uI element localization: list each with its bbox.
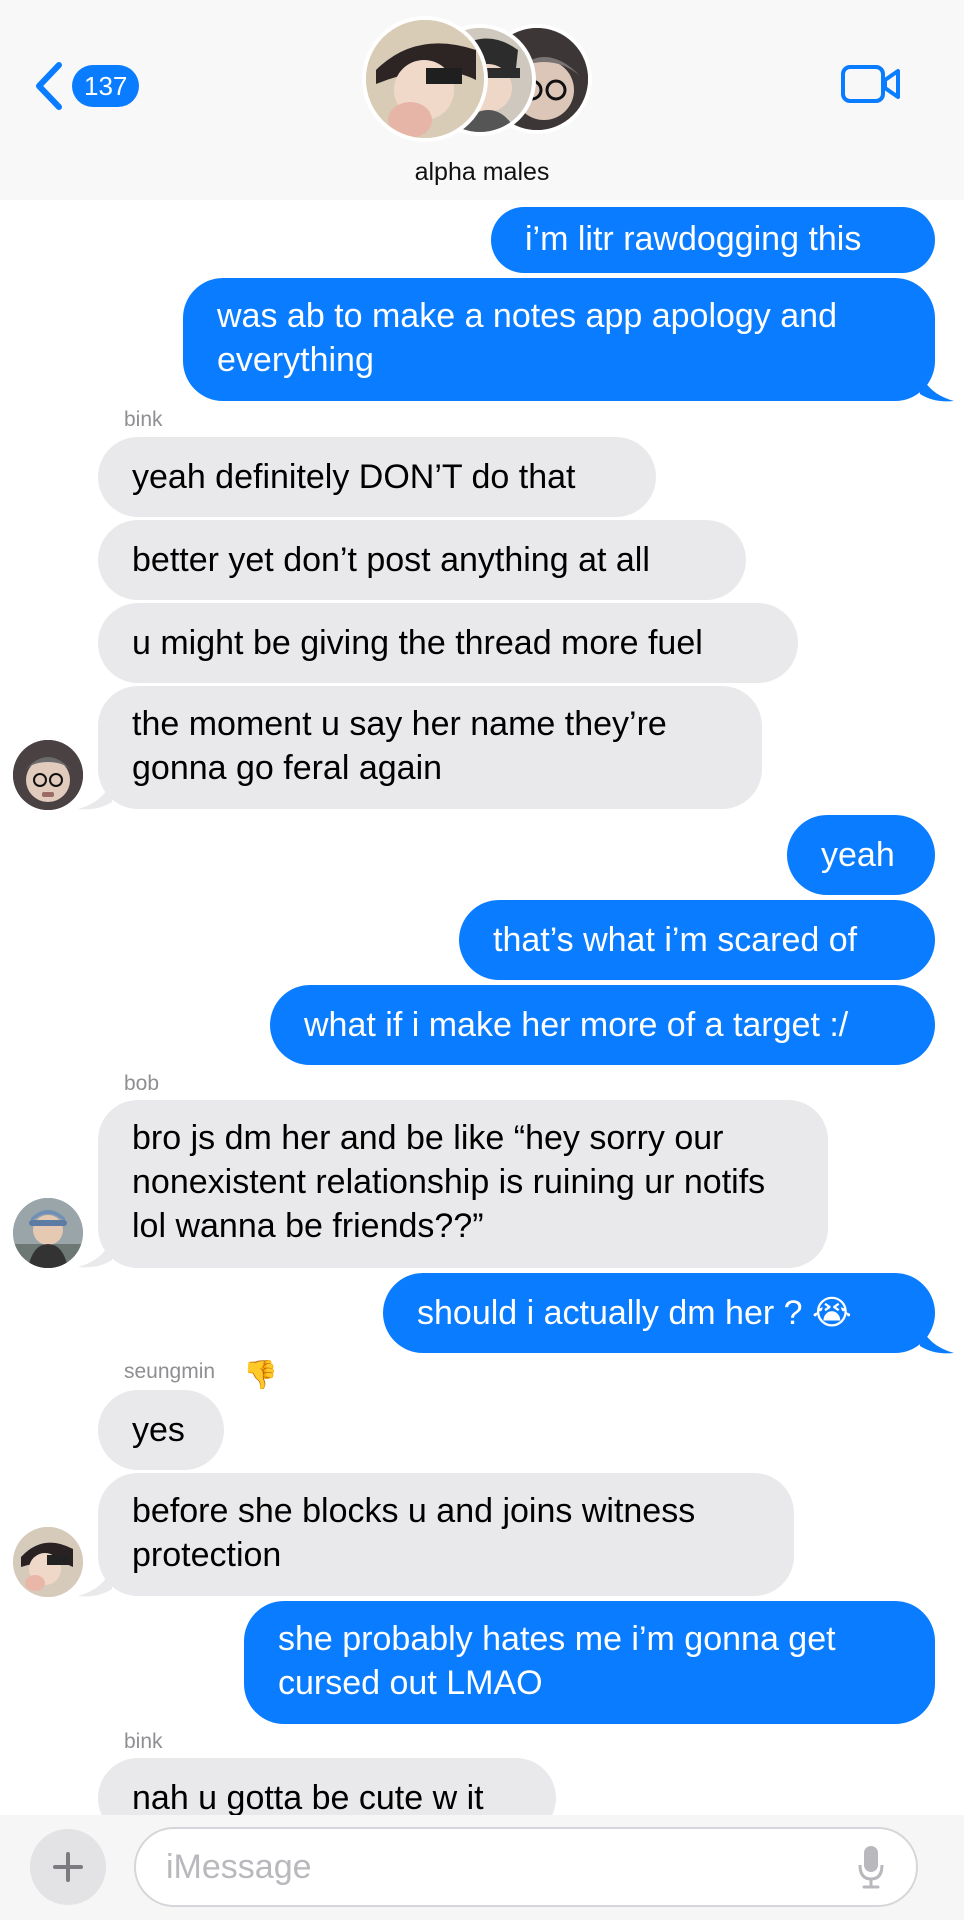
bubble-tail (78, 780, 112, 810)
plus-icon (53, 1852, 83, 1882)
group-avatars[interactable] (362, 16, 602, 142)
outgoing-message[interactable]: should i actually dm her ? 😭 (383, 1273, 935, 1353)
back-button[interactable]: 137 (34, 60, 140, 112)
incoming-message[interactable]: the moment u say her name they’re gonna … (98, 686, 762, 809)
outgoing-message[interactable]: that’s what i’m scared of (459, 900, 935, 980)
bubble-tail (920, 1324, 954, 1354)
message-text: i’m litr rawdogging this (525, 220, 862, 258)
message-text: the moment u say her name they’re gonna … (132, 705, 667, 787)
group-name[interactable]: alpha males (0, 158, 964, 187)
outgoing-message[interactable]: she probably hates me i’m gonna get curs… (244, 1601, 935, 1724)
message-input[interactable] (134, 1827, 918, 1907)
apps-button[interactable] (30, 1829, 106, 1905)
dictation-button[interactable] (858, 1845, 884, 1894)
compose-bar (0, 1815, 964, 1920)
message-text: yes (132, 1411, 185, 1449)
message-text: yeah definitely DON’T do that (132, 458, 576, 496)
message-text: was ab to make a notes app apology and e… (217, 297, 837, 379)
incoming-message[interactable]: yes (98, 1390, 224, 1470)
message-text: that’s what i’m scared of (493, 921, 858, 959)
sender-name: bink (124, 1730, 163, 1753)
unread-count-badge: 137 (72, 65, 140, 107)
message-text: she probably hates me i’m gonna get curs… (278, 1620, 836, 1702)
message-text: better yet don’t post anything at all (132, 541, 650, 579)
outgoing-message[interactable]: i’m litr rawdogging this (491, 207, 935, 273)
sender-name: seungmin (124, 1360, 216, 1383)
outgoing-message[interactable]: yeah (787, 815, 935, 895)
message-text: should i actually dm her ? 😭 (417, 1294, 852, 1332)
avatar-image (13, 1527, 83, 1597)
avatar-bink[interactable] (13, 740, 83, 810)
message-text: yeah (821, 836, 895, 874)
bubble-tail (78, 1238, 112, 1268)
avatar-seungmin[interactable] (13, 1527, 83, 1597)
outgoing-message[interactable]: what if i make her more of a target :/ (270, 985, 935, 1065)
message-text: what if i make her more of a target :/ (304, 1006, 849, 1044)
message-thread: i’m litr rawdogging this was ab to make … (0, 0, 964, 1815)
conversation-header: 137 alpha males (0, 0, 964, 200)
thumbs-down-icon: 👎 (243, 1359, 278, 1390)
group-avatar (362, 16, 488, 142)
incoming-message[interactable]: nah u gotta be cute w it (98, 1758, 556, 1815)
avatar-image (13, 1198, 83, 1268)
bubble-tail (78, 1567, 112, 1597)
chevron-left-icon (36, 62, 62, 110)
message-text: before she blocks u and joins witness pr… (132, 1492, 696, 1574)
message-text: bro js dm her and be like “hey sorry our… (132, 1119, 766, 1245)
video-camera-icon (841, 65, 900, 103)
incoming-message[interactable]: yeah definitely DON’T do that (98, 437, 656, 517)
sender-name: bob (124, 1072, 160, 1095)
incoming-message[interactable]: before she blocks u and joins witness pr… (98, 1473, 794, 1596)
incoming-message[interactable]: u might be giving the thread more fuel (98, 603, 798, 683)
avatar-bob[interactable] (13, 1198, 83, 1268)
bubble-tail (920, 372, 954, 402)
avatar-image (13, 740, 83, 810)
message-text: u might be giving the thread more fuel (132, 624, 703, 662)
sender-name: bink (124, 408, 163, 431)
message-text: nah u gotta be cute w it (132, 1779, 484, 1815)
facetime-button[interactable] (840, 62, 902, 111)
outgoing-message[interactable]: was ab to make a notes app apology and e… (183, 278, 935, 401)
incoming-message[interactable]: better yet don’t post anything at all (98, 520, 746, 600)
microphone-icon (858, 1846, 884, 1889)
incoming-message[interactable]: bro js dm her and be like “hey sorry our… (98, 1100, 828, 1268)
